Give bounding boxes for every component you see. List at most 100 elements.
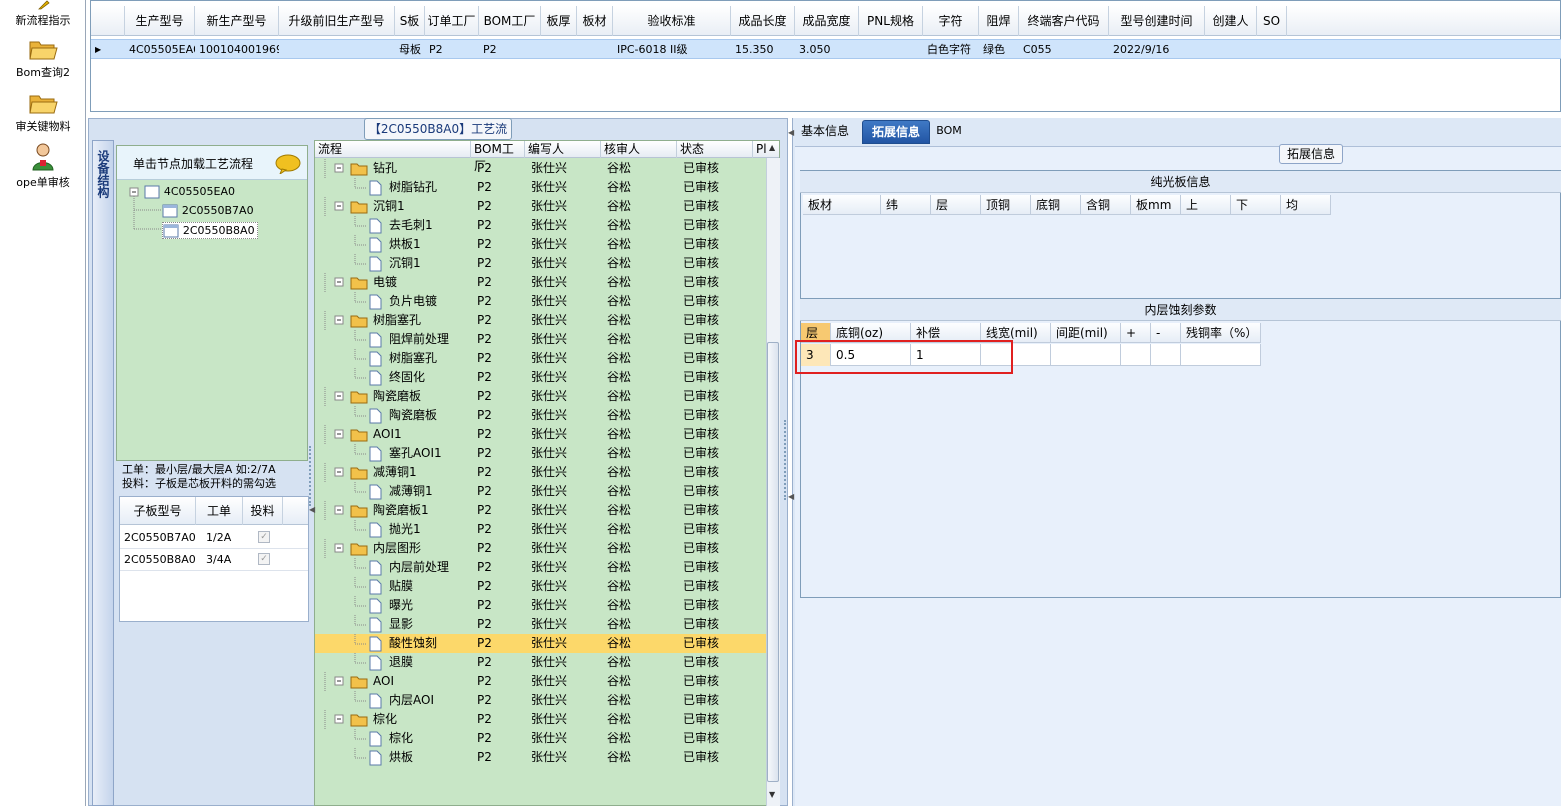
feed-checkbox[interactable]: ✓	[258, 553, 270, 565]
grid-cell[interactable]: 15.350	[731, 40, 795, 60]
table-row[interactable]: AOI1 P2 张仕兴 谷松 已审核	[315, 425, 767, 444]
col-header[interactable]: 阻焊	[979, 6, 1019, 36]
feed-checkbox[interactable]: ✓	[258, 531, 270, 543]
grid-cell[interactable]: 4C05505EA0	[125, 40, 195, 60]
table-row[interactable]: 退膜 P2 张仕兴 谷松 已审核	[315, 653, 767, 672]
col-header[interactable]: 板mm	[1131, 195, 1181, 215]
col-header[interactable]: 投料	[243, 497, 283, 525]
col-header[interactable]: 成品宽度	[795, 6, 859, 36]
grid-cell[interactable]: 母板	[395, 40, 425, 60]
table-row[interactable]: 贴膜 P2 张仕兴 谷松 已审核	[315, 577, 767, 596]
col-header[interactable]: 工单	[196, 497, 243, 525]
vertical-tab[interactable]	[92, 140, 114, 806]
table-row[interactable]: 棕化 P2 张仕兴 谷松 已审核	[315, 710, 767, 729]
table-row[interactable]: 减薄铜1 P2 张仕兴 谷松 已审核	[315, 463, 767, 482]
row-selector-icon[interactable]: ▶	[91, 40, 125, 60]
col-header[interactable]: 订单工厂	[425, 6, 479, 36]
table-row[interactable]: 棕化 P2 张仕兴 谷松 已审核	[315, 729, 767, 748]
col-header[interactable]: 核审人	[601, 141, 677, 158]
table-row[interactable]: 烘板 P2 张仕兴 谷松 已审核	[315, 748, 767, 767]
col-header[interactable]: 残铜率（%）	[1181, 323, 1261, 343]
table-row[interactable]: 树脂塞孔 P2 张仕兴 谷松 已审核	[315, 311, 767, 330]
grid-cell[interactable]: 3.050	[795, 40, 859, 60]
grid-cell[interactable]	[1181, 344, 1261, 366]
col-header[interactable]: 板材	[803, 195, 881, 215]
grid-cell[interactable]: 绿色	[979, 40, 1019, 60]
table-row[interactable]: AOI P2 张仕兴 谷松 已审核	[315, 672, 767, 691]
grid-cell[interactable]	[279, 40, 395, 60]
grid-cell[interactable]	[1051, 344, 1121, 366]
grid-cell[interactable]	[577, 40, 613, 60]
col-header[interactable]: BOM工厂	[471, 141, 525, 173]
col-header[interactable]: S板	[395, 6, 425, 36]
grid-corner[interactable]	[91, 6, 125, 36]
col-header[interactable]: +	[1121, 323, 1151, 343]
table-row[interactable]: 2C0550B8A0 3/4A ✓	[120, 549, 308, 571]
col-header[interactable]: 均	[1281, 195, 1331, 215]
col-header[interactable]: BOM工厂	[479, 6, 541, 36]
grid-cell[interactable]	[1151, 344, 1181, 366]
grid-cell[interactable]	[859, 40, 923, 60]
col-header[interactable]: 成品长度	[731, 6, 795, 36]
col-header[interactable]: 子板型号	[120, 497, 196, 525]
col-header[interactable]: 顶铜	[981, 195, 1031, 215]
table-row[interactable]: 2C0550B7A0 1/2A ✓	[120, 527, 308, 549]
table-row[interactable]: 去毛刺1 P2 张仕兴 谷松 已审核	[315, 216, 767, 235]
nav-item-bom-query[interactable]: Bom查询2	[0, 36, 86, 80]
table-row[interactable]: 负片电镀 P2 张仕兴 谷松 已审核	[315, 292, 767, 311]
col-header[interactable]: 终端客户代码	[1019, 6, 1109, 36]
flow-scrollbar-thumb[interactable]	[767, 342, 779, 782]
grid-cell[interactable]	[1121, 344, 1151, 366]
col-header[interactable]: 底铜	[1031, 195, 1081, 215]
col-header[interactable]: 升级前旧生产型号	[279, 6, 395, 36]
col-header[interactable]: 型号创建时间	[1109, 6, 1205, 36]
table-row[interactable]: 酸性蚀刻 P2 张仕兴 谷松 已审核	[315, 634, 767, 653]
table-row[interactable]: 沉铜1 P2 张仕兴 谷松 已审核	[315, 254, 767, 273]
table-row[interactable]: 曝光 P2 张仕兴 谷松 已审核	[315, 596, 767, 615]
tab-bom[interactable]: BOM	[934, 120, 964, 144]
grid-cell[interactable]: C055	[1019, 40, 1109, 60]
table-row[interactable]: 钻孔 P2 张仕兴 谷松 已审核	[315, 159, 767, 178]
product-grid-row[interactable]: ▶4C05505EA010010400196924母板P2P2IPC-6018 …	[91, 39, 1561, 59]
table-row[interactable]: 塞孔AOI1 P2 张仕兴 谷松 已审核	[315, 444, 767, 463]
col-header[interactable]: 层	[931, 195, 981, 215]
grid-cell[interactable]: 2022/9/16	[1109, 40, 1205, 60]
table-row[interactable]: 烘板1 P2 张仕兴 谷松 已审核	[315, 235, 767, 254]
col-header[interactable]: 板厚	[541, 6, 577, 36]
col-header[interactable]: 生产型号	[125, 6, 195, 36]
col-header[interactable]: PNL规格	[859, 6, 923, 36]
table-row[interactable]: 树脂钻孔 P2 张仕兴 谷松 已审核	[315, 178, 767, 197]
splitter-grip[interactable]	[309, 446, 313, 506]
col-header[interactable]: 板材	[577, 6, 613, 36]
col-header[interactable]: 纬	[881, 195, 931, 215]
table-row[interactable]: 沉铜1 P2 张仕兴 谷松 已审核	[315, 197, 767, 216]
col-header[interactable]: SO	[1257, 6, 1287, 36]
table-row[interactable]: 陶瓷磨板 P2 张仕兴 谷松 已审核	[315, 387, 767, 406]
nav-item-new-flow[interactable]: 新流程指示	[0, 0, 86, 28]
tree-node-child-2[interactable]: 2C0550B8A0	[162, 222, 258, 239]
grid-cell[interactable]: IPC-6018 II级	[613, 40, 731, 60]
tab-basic-info[interactable]: 基本信息	[796, 120, 854, 144]
table-row[interactable]: 树脂塞孔 P2 张仕兴 谷松 已审核	[315, 349, 767, 368]
grid-cell[interactable]	[1205, 40, 1257, 60]
table-row[interactable]: 内层前处理 P2 张仕兴 谷松 已审核	[315, 558, 767, 577]
grid-cell[interactable]	[1257, 40, 1287, 60]
grid-cell[interactable]: 白色字符	[923, 40, 979, 60]
col-header[interactable]: 下	[1231, 195, 1281, 215]
col-header[interactable]: 状态	[677, 141, 753, 158]
col-header[interactable]: 间距(mil)	[1051, 323, 1121, 343]
tree-node-child-1[interactable]: 2C0550B7A0	[162, 203, 254, 218]
table-row[interactable]: 陶瓷磨板 P2 张仕兴 谷松 已审核	[315, 406, 767, 425]
grid-cell[interactable]	[541, 40, 577, 60]
col-header[interactable]: -	[1151, 323, 1181, 343]
col-header[interactable]: 验收标准	[613, 6, 731, 36]
table-row[interactable]: 内层AOI P2 张仕兴 谷松 已审核	[315, 691, 767, 710]
table-row[interactable]: 显影 P2 张仕兴 谷松 已审核	[315, 615, 767, 634]
col-header[interactable]: 创建人	[1205, 6, 1257, 36]
table-row[interactable]: 陶瓷磨板1 P2 张仕兴 谷松 已审核	[315, 501, 767, 520]
grid-cell[interactable]: 10010400196924	[195, 40, 279, 60]
col-header[interactable]: 上	[1181, 195, 1231, 215]
col-header[interactable]: 新生产型号	[195, 6, 279, 36]
table-row[interactable]: 电镀 P2 张仕兴 谷松 已审核	[315, 273, 767, 292]
col-header[interactable]: 编写人	[525, 141, 601, 158]
